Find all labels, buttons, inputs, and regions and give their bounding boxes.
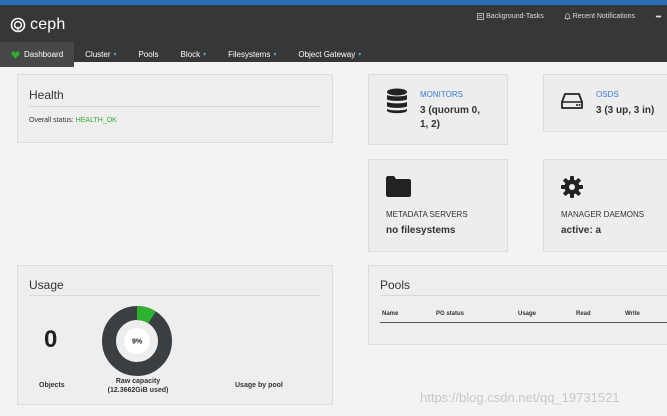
watermark: https://blog.csdn.net/qq_19731521 [420, 390, 620, 405]
metadata-servers-tile: METADATA SERVERS no filesystems [368, 159, 508, 252]
nav-block[interactable]: Block ▾ [170, 42, 218, 67]
app-header: ceph Background-Tasks Recent Notificatio… [0, 5, 667, 67]
caret-down-icon: ▾ [113, 52, 117, 58]
bell-icon [563, 13, 571, 20]
nav-cluster[interactable]: Cluster ▾ [74, 42, 127, 67]
background-tasks-label: Background-Tasks [486, 13, 544, 20]
monitors-value-line2: 1, 2) [420, 119, 441, 130]
main-nav: Dashboard Cluster ▾ Pools Block ▾ Filesy… [0, 42, 372, 67]
column-header-pg-status[interactable]: PG status [436, 311, 464, 317]
metadata-servers-label: METADATA SERVERS [386, 210, 468, 219]
user-icon [655, 15, 662, 18]
health-card: Health Overall status: HEALTH_OK [17, 74, 333, 143]
folder-icon [386, 176, 411, 197]
raw-capacity-caption: Raw capacity (12.3662GiB used) [100, 377, 176, 395]
health-status-value: HEALTH_OK [75, 117, 117, 124]
nav-filesystems[interactable]: Filesystems ▾ [217, 42, 287, 67]
manager-daemons-label: MANAGER DAEMONS [561, 210, 645, 219]
caret-down-icon: ▾ [203, 52, 207, 58]
osds-value: 3 (3 up, 3 in) [596, 105, 655, 116]
heart-icon [11, 51, 20, 59]
nav-cluster-label: Cluster [85, 50, 111, 59]
usage-by-pool-label: Usage by pool [235, 382, 283, 389]
nav-pools[interactable]: Pools [128, 42, 170, 67]
raw-capacity-label: Raw capacity [115, 378, 161, 385]
monitors-link[interactable]: MONITORS [420, 90, 463, 99]
manager-daemons-tile: MANAGER DAEMONS active: a [543, 159, 667, 252]
raw-used-percent: 9% [132, 339, 143, 346]
nav-filesystems-label: Filesystems [228, 50, 271, 59]
health-status: Overall status: HEALTH_OK [29, 117, 117, 124]
user-menu-icon[interactable] [655, 13, 667, 20]
column-header-read[interactable]: Read [576, 311, 591, 317]
caret-down-icon: ▾ [358, 52, 362, 58]
notifications-link[interactable]: Recent Notifications [563, 13, 635, 20]
nav-dashboard[interactable]: Dashboard [0, 42, 75, 67]
utility-menu: Background-Tasks Recent Notifications [477, 13, 667, 20]
divider [380, 295, 667, 296]
raw-capacity-donut: 9% [102, 306, 172, 376]
brand-logo[interactable]: ceph [10, 16, 66, 34]
ceph-logo-icon [10, 17, 26, 33]
monitors-value-line1: 3 (quorum 0, [420, 105, 481, 116]
database-icon [387, 88, 407, 114]
health-title: Health [29, 88, 64, 102]
objects-count: 0 [44, 326, 58, 353]
column-header-name[interactable]: Name [382, 311, 398, 317]
nav-object-gateway[interactable]: Object Gateway ▾ [287, 42, 372, 67]
metadata-servers-value: no filesystems [386, 225, 456, 236]
background-tasks-link[interactable]: Background-Tasks [477, 13, 544, 20]
nav-object-gateway-label: Object Gateway [298, 50, 356, 59]
manager-daemons-value: active: a [561, 225, 602, 236]
raw-capacity-detail: (12.3662GiB used) [107, 387, 169, 394]
hard-drive-icon [561, 93, 583, 109]
osds-tile: OSDS 3 (3 up, 3 in) [543, 74, 667, 132]
table-header-underline [380, 322, 667, 323]
health-status-label: Overall status: [29, 117, 74, 124]
pools-title: Pools [380, 278, 411, 292]
column-header-write[interactable]: Write [625, 311, 640, 317]
divider [29, 295, 321, 296]
objects-label: Objects [39, 382, 65, 389]
usage-title: Usage [29, 278, 64, 292]
usage-card: Usage 0 Objects 9% Raw capacity (12.3662… [17, 265, 333, 405]
divider [29, 106, 321, 107]
tasks-icon [477, 13, 485, 20]
nav-pools-label: Pools [138, 50, 159, 59]
nav-block-label: Block [180, 50, 201, 59]
osds-link[interactable]: OSDS [596, 90, 619, 99]
nav-dashboard-label: Dashboard [24, 50, 64, 59]
monitors-tile: MONITORS 3 (quorum 0, 1, 2) [368, 74, 508, 145]
brand-name: ceph [30, 16, 66, 33]
notifications-label: Recent Notifications [572, 13, 635, 20]
column-header-usage[interactable]: Usage [518, 311, 536, 317]
gear-icon [561, 176, 583, 198]
caret-down-icon: ▾ [273, 52, 277, 58]
pools-card: Pools Name PG status Usage Read Write [368, 265, 667, 345]
